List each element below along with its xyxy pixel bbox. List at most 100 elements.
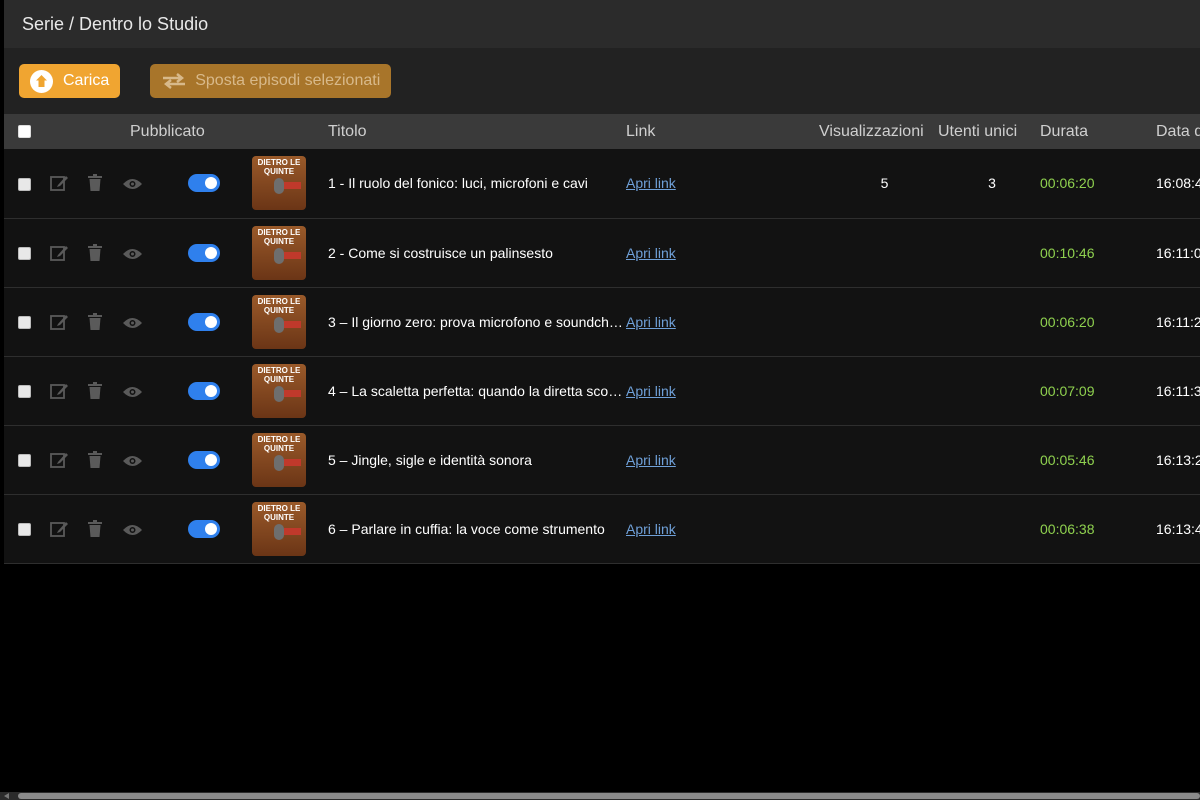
table-row: DIETRO LE QUINTE 3 – Il giorno zero: pro… xyxy=(4,287,1200,357)
thumbnail-title-line1: DIETRO LE xyxy=(257,296,301,306)
table-row: DIETRO LE QUINTE 5 – Jingle, sigle e ide… xyxy=(4,425,1200,495)
table-row: DIETRO LE QUINTE 4 – La scaletta perfett… xyxy=(4,356,1200,426)
episode-title: 4 – La scaletta perfetta: quando la dire… xyxy=(328,382,626,399)
open-link[interactable]: Apri link xyxy=(626,175,676,191)
microphone-icon xyxy=(274,385,284,402)
on-air-sign xyxy=(284,182,301,190)
duration: 00:07:09 xyxy=(1040,382,1095,399)
published-toggle[interactable] xyxy=(188,243,220,262)
arrow-up-circle-icon xyxy=(30,69,53,93)
row-checkbox[interactable] xyxy=(18,454,31,468)
episode-thumbnail: DIETRO LE QUINTE xyxy=(252,501,306,556)
open-link[interactable]: Apri link xyxy=(626,383,676,399)
trash-icon[interactable] xyxy=(87,312,103,331)
edit-icon[interactable] xyxy=(50,244,69,262)
column-header-visualizzazioni[interactable]: Visualizzazioni xyxy=(819,123,924,140)
row-checkbox[interactable] xyxy=(18,316,31,330)
column-header-titolo[interactable]: Titolo xyxy=(328,123,367,140)
episode-title: 5 – Jingle, sigle e identità sonora xyxy=(328,451,532,468)
date: 16:11:2 xyxy=(1156,313,1200,330)
duration: 00:06:20 xyxy=(1040,313,1095,330)
on-air-sign xyxy=(284,458,301,466)
open-link[interactable]: Apri link xyxy=(626,245,676,261)
open-link[interactable]: Apri link xyxy=(626,314,676,330)
trash-icon[interactable] xyxy=(87,381,103,400)
upload-button[interactable]: Carica xyxy=(19,64,121,98)
edit-icon[interactable] xyxy=(50,382,69,400)
table-header-row: Pubblicato Titolo Link Visualizzazioni U… xyxy=(4,114,1200,149)
trash-icon[interactable] xyxy=(87,450,103,469)
thumbnail-title-line2: QUINTE xyxy=(263,443,295,453)
open-link[interactable]: Apri link xyxy=(626,521,676,537)
eye-icon[interactable] xyxy=(122,247,143,261)
column-header-utenti-unici[interactable]: Utenti unici xyxy=(938,123,1017,140)
episode-thumbnail: DIETRO LE QUINTE xyxy=(252,225,306,280)
duration: 00:06:38 xyxy=(1040,520,1095,537)
duration: 00:05:46 xyxy=(1040,451,1095,468)
trash-icon[interactable] xyxy=(87,519,103,538)
eye-icon[interactable] xyxy=(122,523,143,537)
edit-icon[interactable] xyxy=(50,174,69,192)
edit-icon[interactable] xyxy=(50,520,69,538)
published-toggle[interactable] xyxy=(188,519,220,538)
select-all-checkbox[interactable] xyxy=(18,124,31,138)
row-checkbox[interactable] xyxy=(18,523,31,537)
toolbar: Carica Sposta episodi selezionati xyxy=(4,48,1200,114)
published-toggle[interactable] xyxy=(188,312,220,331)
row-checkbox[interactable] xyxy=(18,247,31,261)
on-air-sign xyxy=(284,389,301,397)
date: 16:13:2 xyxy=(1156,451,1200,468)
thumbnail-title-line2: QUINTE xyxy=(263,512,295,522)
edit-icon[interactable] xyxy=(50,451,69,469)
swap-arrows-icon xyxy=(161,72,187,90)
date: 16:08:4 xyxy=(1156,175,1200,192)
column-header-pubblicato[interactable]: Pubblicato xyxy=(130,123,205,141)
episode-title: 2 - Come si costruisce un palinsesto xyxy=(328,244,553,261)
episode-title: 1 - Il ruolo del fonico: luci, microfoni… xyxy=(328,175,588,192)
breadcrumb: Serie / Dentro lo Studio xyxy=(22,13,209,34)
thumbnail-title-line2: QUINTE xyxy=(263,167,295,177)
microphone-icon xyxy=(274,247,284,264)
episodes-table: Pubblicato Titolo Link Visualizzazioni U… xyxy=(4,114,1200,564)
microphone-icon xyxy=(274,523,284,540)
published-toggle[interactable] xyxy=(188,381,220,400)
episode-title: 6 – Parlare in cuffia: la voce come stru… xyxy=(328,520,605,537)
eye-icon[interactable] xyxy=(122,454,143,468)
column-header-link[interactable]: Link xyxy=(626,123,655,140)
row-checkbox[interactable] xyxy=(18,385,31,399)
horizontal-scrollbar[interactable] xyxy=(0,792,1200,800)
on-air-sign xyxy=(284,251,301,259)
thumbnail-title-line1: DIETRO LE xyxy=(257,365,301,375)
edit-icon[interactable] xyxy=(50,313,69,331)
unique-users-count: 3 xyxy=(988,175,996,192)
open-link[interactable]: Apri link xyxy=(626,452,676,468)
duration: 00:06:20 xyxy=(1040,175,1095,192)
eye-icon[interactable] xyxy=(122,316,143,330)
thumbnail-title-line1: DIETRO LE xyxy=(257,158,301,168)
published-toggle[interactable] xyxy=(188,174,220,193)
row-checkbox[interactable] xyxy=(18,178,31,192)
eye-icon[interactable] xyxy=(122,385,143,399)
published-toggle[interactable] xyxy=(188,450,220,469)
on-air-sign xyxy=(284,527,301,535)
column-header-data[interactable]: Data d xyxy=(1156,123,1200,140)
episode-title: 3 – Il giorno zero: prova microfono e so… xyxy=(328,313,623,330)
views-count: 5 xyxy=(880,175,889,192)
thumbnail-title-line1: DIETRO LE xyxy=(257,434,301,444)
microphone-icon xyxy=(274,454,284,471)
microphone-icon xyxy=(274,178,284,195)
date: 16:13:4 xyxy=(1156,520,1200,537)
move-episodes-button[interactable]: Sposta episodi selezionati xyxy=(150,64,392,98)
episode-thumbnail: DIETRO LE QUINTE xyxy=(252,156,306,211)
trash-icon[interactable] xyxy=(87,174,103,192)
episode-thumbnail: DIETRO LE QUINTE xyxy=(252,363,306,418)
microphone-icon xyxy=(274,316,284,333)
thumbnail-title-line2: QUINTE xyxy=(263,374,295,384)
scrollbar-thumb[interactable] xyxy=(18,793,1200,799)
column-header-durata[interactable]: Durata xyxy=(1040,123,1088,140)
trash-icon[interactable] xyxy=(87,243,103,262)
scroll-left-arrow-icon[interactable] xyxy=(4,793,9,799)
thumbnail-title-line1: DIETRO LE xyxy=(257,503,301,513)
eye-icon[interactable] xyxy=(122,177,143,191)
episode-thumbnail: DIETRO LE QUINTE xyxy=(252,294,306,349)
